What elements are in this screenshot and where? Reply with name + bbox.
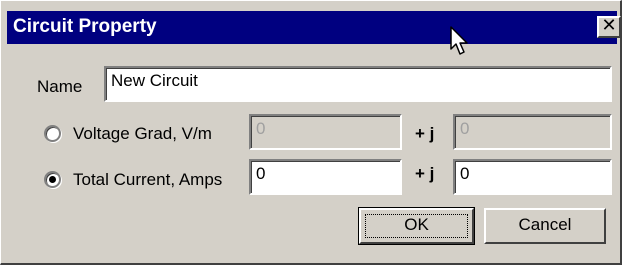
cancel-button-label: Cancel [518,215,572,234]
cancel-button[interactable]: Cancel [484,208,606,244]
radio-selected-dot [49,176,56,183]
ok-button[interactable]: OK [358,207,475,245]
voltage-imag-label: + j [415,124,435,143]
voltage-grad-label[interactable]: Voltage Grad, V/m [73,124,212,144]
voltage-grad-radio[interactable] [44,125,61,142]
voltage-real-input[interactable]: 0 [249,114,402,150]
window-title: Circuit Property [13,16,157,37]
current-real-input[interactable]: 0 [249,159,402,195]
voltage-imag-input[interactable]: 0 [453,114,612,150]
current-imag-label: + j [415,164,435,183]
current-imag-input[interactable]: 0 [453,159,612,195]
total-current-label[interactable]: Total Current, Amps [73,170,222,190]
circuit-property-dialog: Circuit Property ✕ Name New Circuit Volt… [0,0,622,265]
name-label: Name [37,77,83,96]
name-input[interactable]: New Circuit [104,66,612,102]
close-button[interactable]: ✕ [597,16,621,38]
title-bar[interactable]: Circuit Property ✕ [7,11,621,44]
focus-indicator [365,214,468,238]
total-current-radio[interactable] [44,171,61,188]
close-icon: ✕ [601,15,617,36]
mouse-cursor-icon [450,26,468,55]
